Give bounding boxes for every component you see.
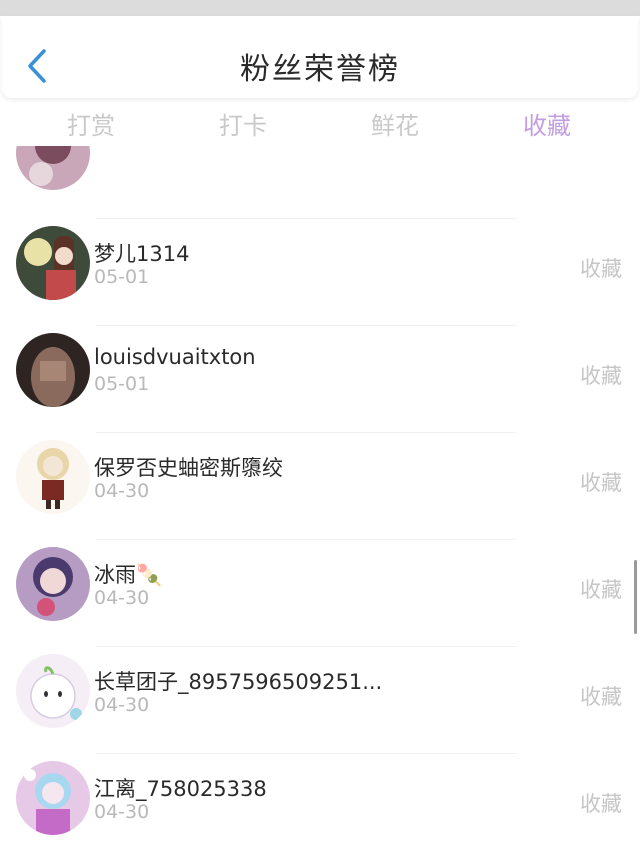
avatar [16,440,90,514]
list-item[interactable]: 冰雨🍡 04-30 收藏 [0,539,640,646]
tab-favorites[interactable]: 收藏 [497,106,597,141]
favorite-label: 收藏 [580,792,622,816]
list-item-date: 05-01 [94,146,149,150]
page-title: 粉丝荣誉榜 [240,52,400,87]
fan-list: 05-01 梦儿1314 05-01 收藏 louisdvuaitxton [0,146,640,853]
avatar [16,333,90,407]
list-item[interactable]: louisdvuaitxton 05-01 收藏 [0,325,640,432]
status-bar [0,0,640,16]
avatar [16,547,90,621]
list-item[interactable]: 保罗否史蚰密斯隳绞 04-30 收藏 [0,432,640,539]
list-item-partial[interactable]: 05-01 [0,146,640,223]
favorite-label: 收藏 [580,364,622,388]
favorite-label: 收藏 [580,471,622,495]
list-item-date: 04-30 [94,694,150,716]
list-item-date: 04-30 [94,801,150,823]
tab-reward[interactable]: 打赏 [41,106,141,141]
list-item-date: 04-30 [94,480,150,502]
list-item-date: 05-01 [94,373,150,395]
list-item[interactable]: 梦儿1314 05-01 收藏 [0,218,640,325]
favorite-label: 收藏 [580,257,622,281]
avatar [16,146,90,190]
list-item-date: 05-01 [94,266,150,288]
list-item[interactable]: 长草团子_8957596509251... 04-30 收藏 [0,646,640,753]
favorite-label: 收藏 [580,578,622,602]
list-item-name: louisdvuaitxton [94,345,256,369]
list-item-name: 冰雨🍡 [94,563,163,587]
tab-checkin[interactable]: 打卡 [193,106,293,141]
avatar [16,654,90,728]
nav-bar: 粉丝荣誉榜 [2,16,638,98]
list-item-name: 长草团子_8957596509251... [94,670,383,694]
list-item[interactable]: 江离_758025338 04-30 收藏 [0,753,640,853]
list-item-name: 江离_758025338 [94,777,267,801]
tab-flowers[interactable]: 鲜花 [345,106,445,141]
favorite-label: 收藏 [580,685,622,709]
scrollbar[interactable] [634,560,637,634]
list-item-name: 梦儿1314 [94,242,190,266]
list-item-name: 保罗否史蚰密斯隳绞 [94,456,283,480]
avatar [16,226,90,300]
avatar [16,761,90,835]
tab-bar: 打赏 打卡 鲜花 收藏 [0,100,640,146]
list-item-date: 04-30 [94,587,150,609]
